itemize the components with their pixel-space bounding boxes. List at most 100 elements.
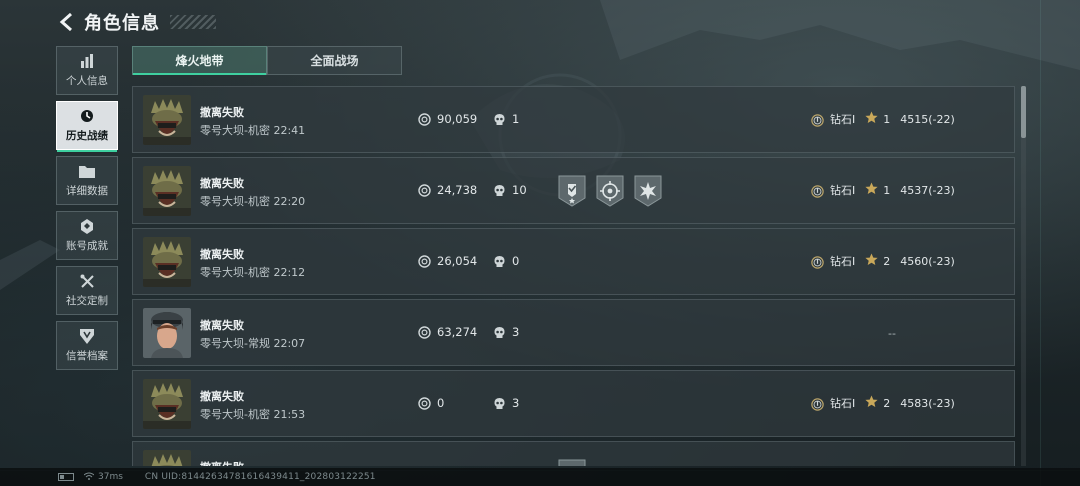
coin-icon bbox=[418, 183, 431, 197]
match-record-row[interactable]: 撤离失败 bbox=[132, 441, 1015, 466]
match-record-row[interactable]: 撤离失败 零号大坝-机密 22:41 90,059 1 钻石I 1 4515(-22) bbox=[132, 86, 1015, 153]
rank-score: 4583(-23) bbox=[900, 396, 955, 410]
medal-partial-icon[interactable] bbox=[557, 458, 587, 466]
star-icon bbox=[865, 253, 878, 269]
tab-warzone[interactable]: 烽火地带 bbox=[132, 46, 267, 75]
match-result: 撤离失败 bbox=[200, 248, 244, 261]
star-count: 1 bbox=[883, 112, 891, 126]
star-count: 1 bbox=[883, 183, 891, 197]
scrollbar-track[interactable] bbox=[1021, 86, 1026, 466]
clock-icon bbox=[78, 108, 96, 124]
medal-list bbox=[557, 174, 671, 208]
skull-icon bbox=[493, 113, 506, 126]
match-history-list[interactable]: 撤离失败 零号大坝-机密 22:41 90,059 1 钻石I 1 4515(-22) 撤离… bbox=[132, 86, 1015, 466]
rank-empty: -- bbox=[888, 327, 896, 340]
kill-count-text: 3 bbox=[512, 325, 520, 339]
skull-icon bbox=[493, 184, 506, 197]
match-record-row[interactable]: 撤离失败 零号大坝-机密 22:20 24,738 10 钻石I 1 4537(-23) bbox=[132, 157, 1015, 224]
match-record-row[interactable]: 撤离失败 零号大坝-常规 22:07 63,274 3 -- bbox=[132, 299, 1015, 366]
rank-name: 钻石I bbox=[830, 397, 856, 410]
medal-list bbox=[557, 458, 595, 466]
sidebar-item-achievements[interactable]: 账号成就 bbox=[56, 211, 118, 260]
sidebar-item-label: 个人信息 bbox=[66, 75, 108, 87]
loot-value-text: 26,054 bbox=[437, 254, 478, 268]
kill-count-text: 10 bbox=[512, 183, 527, 197]
rank-name: 钻石I bbox=[830, 113, 856, 126]
operator-avatar bbox=[143, 308, 191, 358]
operator-avatar bbox=[143, 237, 191, 287]
coin-icon bbox=[418, 254, 431, 268]
wifi-icon bbox=[83, 472, 95, 483]
sidebar-item-label: 社交定制 bbox=[66, 295, 108, 307]
rank-info: 钻石I 1 4537(-23) bbox=[811, 182, 955, 198]
medal-burst-icon[interactable] bbox=[633, 174, 663, 208]
coin-icon bbox=[418, 325, 431, 339]
loot-value: 26,054 bbox=[418, 254, 477, 268]
rank-info: 钻石I 2 4560(-23) bbox=[811, 253, 955, 269]
rank-score: 4560(-23) bbox=[900, 254, 955, 268]
scrollbar-thumb[interactable] bbox=[1021, 86, 1026, 138]
match-result: 撤离失败 bbox=[200, 106, 244, 119]
sidebar: 个人信息 历史战绩 详细数据 账号成就 社交定制 信誉档案 bbox=[56, 46, 118, 376]
kill-count: 3 bbox=[493, 396, 519, 410]
mode-tabs: 烽火地带 全面战场 bbox=[132, 46, 402, 75]
match-map-time: 零号大坝-机密 22:20 bbox=[200, 195, 306, 208]
back-arrow-icon[interactable] bbox=[56, 11, 78, 33]
medal-crosshair-icon[interactable] bbox=[595, 174, 625, 208]
title-decoration bbox=[170, 15, 216, 29]
kill-count: 1 bbox=[493, 112, 519, 126]
match-result: 撤离失败 bbox=[200, 390, 244, 403]
star-icon bbox=[865, 182, 878, 198]
kill-count: 0 bbox=[493, 254, 519, 268]
rank-emblem-icon bbox=[811, 255, 824, 269]
match-map-time: 零号大坝-机密 22:12 bbox=[200, 266, 306, 279]
rank-info: 钻石I 2 4583(-23) bbox=[811, 395, 955, 411]
folder-icon bbox=[78, 163, 96, 179]
loot-value: 90,059 bbox=[418, 112, 477, 126]
operator-avatar bbox=[143, 379, 191, 429]
battery-icon bbox=[58, 473, 74, 481]
match-result: 撤离失败 bbox=[200, 319, 244, 332]
sidebar-item-label: 信誉档案 bbox=[66, 350, 108, 362]
loot-value: 63,274 bbox=[418, 325, 477, 339]
ping-text: 37ms bbox=[98, 472, 123, 482]
star-count: 2 bbox=[883, 396, 891, 410]
tab-full-battlefield[interactable]: 全面战场 bbox=[267, 46, 402, 75]
sidebar-item-social[interactable]: 社交定制 bbox=[56, 266, 118, 315]
kill-count: 3 bbox=[493, 325, 519, 339]
loot-value-text: 90,059 bbox=[437, 112, 478, 126]
match-result: 撤离失败 bbox=[200, 459, 244, 466]
kill-count-text: 0 bbox=[512, 254, 520, 268]
match-record-row[interactable]: 撤离失败零号大坝-机密 22:12 26,054 0 钻石I 2 4560(-23) bbox=[132, 228, 1015, 295]
star-icon bbox=[865, 111, 878, 127]
skull-icon bbox=[493, 326, 506, 339]
deco-line bbox=[1040, 0, 1041, 486]
match-map-time: 零号大坝-机密 21:53 bbox=[200, 408, 306, 421]
sidebar-item-credit[interactable]: 信誉档案 bbox=[56, 321, 118, 370]
sidebar-item-personal-info[interactable]: 个人信息 bbox=[56, 46, 118, 95]
coin-icon bbox=[418, 112, 431, 126]
sidebar-item-detailed-data[interactable]: 详细数据 bbox=[56, 156, 118, 205]
uid-text: CN UID:8144263478161643941​1_20280312225… bbox=[144, 472, 376, 482]
medal-check-icon[interactable] bbox=[557, 174, 587, 208]
coin-icon bbox=[418, 396, 431, 410]
sidebar-item-history[interactable]: 历史战绩 bbox=[56, 101, 118, 152]
match-record-row[interactable]: 撤离失败零号大坝-机密 21:53 0 3 钻石I 2 4583(-23) bbox=[132, 370, 1015, 437]
bar-chart-icon bbox=[78, 53, 96, 69]
loot-value: 24,738 bbox=[418, 183, 477, 197]
sidebar-item-label: 账号成就 bbox=[66, 240, 108, 252]
skull-icon bbox=[493, 397, 506, 410]
loot-value: 0 bbox=[418, 396, 444, 410]
match-result: 撤离失败 bbox=[200, 177, 244, 190]
rank-info: 钻石I 1 4515(-22) bbox=[811, 111, 955, 127]
rank-emblem-icon bbox=[811, 113, 824, 127]
kill-count: 10 bbox=[493, 183, 527, 197]
star-icon bbox=[865, 395, 878, 411]
loot-value-text: 63,274 bbox=[437, 325, 478, 339]
achievement-icon bbox=[78, 218, 96, 234]
rank-score: 4537(-23) bbox=[900, 183, 955, 197]
rank-score: 4515(-22) bbox=[900, 112, 955, 126]
tools-icon bbox=[78, 273, 96, 289]
rank-emblem-icon bbox=[811, 184, 824, 198]
rank-emblem-icon bbox=[811, 397, 824, 411]
